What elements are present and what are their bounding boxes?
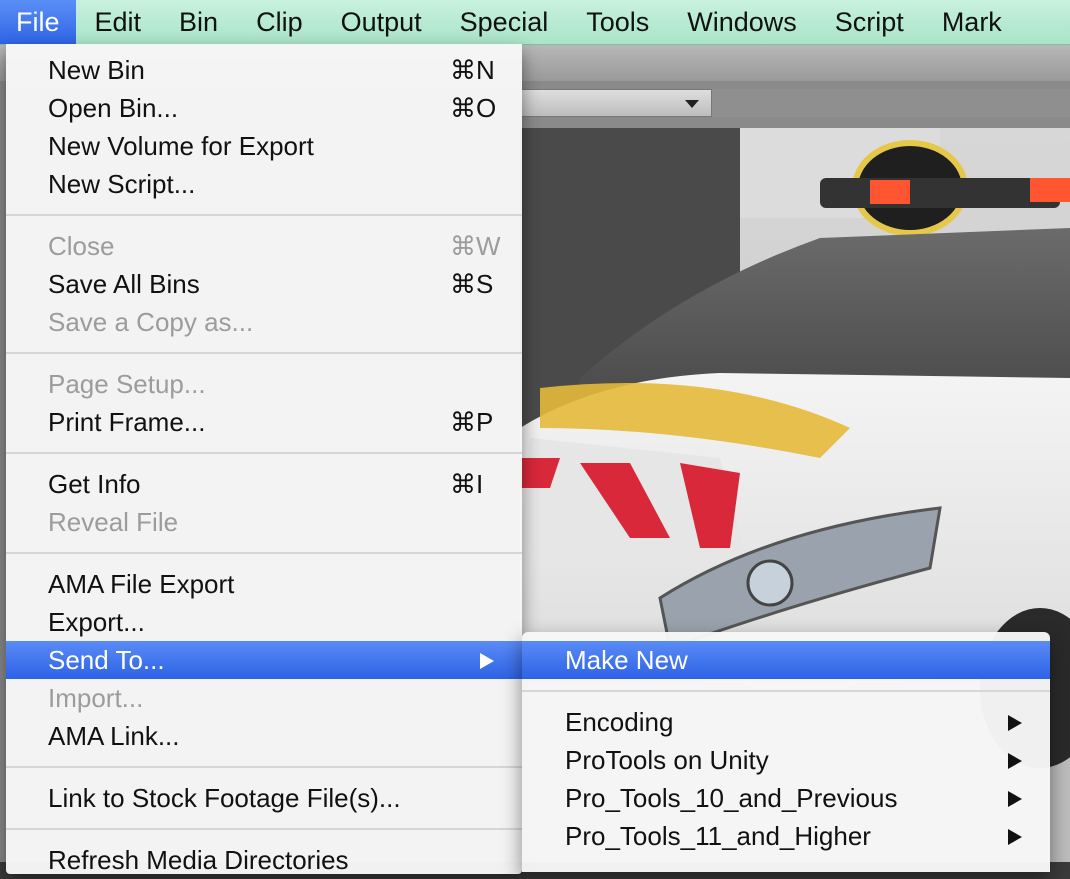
menu-item-new-script[interactable]: New Script... [6,165,522,203]
menu-item-new-volume-for-export[interactable]: New Volume for Export [6,127,522,165]
app-dropdown[interactable] [520,89,712,117]
menu-item-label: Make New [565,645,688,675]
submenu-arrow-icon [1008,829,1022,845]
menu-item-label: Save All Bins [48,269,200,299]
menu-clip[interactable]: Clip [237,0,322,44]
menu-separator [6,352,522,354]
menu-item-close: Close ⌘W [6,227,522,265]
menu-item-label: AMA File Export [48,569,235,599]
menu-item-save-a-copy-as: Save a Copy as... [6,303,522,341]
dropdown-arrow-icon [685,100,699,108]
menu-item-label: Pro_Tools_11_and_Higher [565,821,871,851]
menu-output[interactable]: Output [322,0,441,44]
menu-item-shortcut: ⌘P [450,407,494,437]
menu-item-label: ProTools on Unity [565,745,769,775]
submenu-item-pro-tools-11[interactable]: Pro_Tools_11_and_Higher [522,817,1050,855]
menu-item-get-info[interactable]: Get Info ⌘I [6,465,522,503]
menu-item-reveal-file: Reveal File [6,503,522,541]
menu-item-refresh-media-directories[interactable]: Refresh Media Directories [6,841,522,879]
menu-item-label: Open Bin... [48,93,179,123]
submenu-arrow-icon [1008,753,1022,769]
menu-item-label: Print Frame... [48,407,206,437]
menu-item-label: AMA Link... [48,721,180,751]
menu-item-new-bin[interactable]: New Bin ⌘N [6,51,522,89]
menu-edit[interactable]: Edit [76,0,161,44]
menu-item-label: Get Info [48,469,141,499]
menu-script[interactable]: Script [816,0,923,44]
menu-item-shortcut: ⌘S [450,269,494,299]
send-to-submenu: Make New Encoding ProTools on Unity Pro_… [522,632,1050,872]
menu-item-ama-link[interactable]: AMA Link... [6,717,522,755]
menu-windows[interactable]: Windows [668,0,816,44]
menu-separator [6,214,522,216]
menu-item-label: New Script... [48,169,196,199]
menu-item-label: New Volume for Export [48,131,314,161]
menu-item-label: Import... [48,683,144,713]
menu-item-label: Close [48,231,115,261]
menu-item-send-to[interactable]: Send To... [6,641,522,679]
menu-separator [6,452,522,454]
menu-item-export[interactable]: Export... [6,603,522,641]
submenu-item-pro-tools-10[interactable]: Pro_Tools_10_and_Previous [522,779,1050,817]
submenu-item-protools-on-unity[interactable]: ProTools on Unity [522,741,1050,779]
menu-bar: File Edit Bin Clip Output Special Tools … [0,0,1070,45]
menu-item-open-bin[interactable]: Open Bin... ⌘O [6,89,522,127]
menu-item-import: Import... [6,679,522,717]
menu-marker[interactable]: Mark [923,0,1021,44]
menu-item-label: Save a Copy as... [48,307,254,337]
menu-item-shortcut: ⌘N [450,55,495,85]
menu-separator [6,828,522,830]
menu-tools[interactable]: Tools [567,0,668,44]
menu-item-save-all-bins[interactable]: Save All Bins ⌘S [6,265,522,303]
menu-item-shortcut: ⌘W [450,231,501,261]
menu-item-label: Reveal File [48,507,179,537]
menu-separator [6,552,522,554]
menu-item-link-to-stock-footage[interactable]: Link to Stock Footage File(s)... [6,779,522,817]
app-toolbar-strip [712,89,1070,117]
submenu-item-encoding[interactable]: Encoding [522,703,1050,741]
submenu-arrow-icon [480,653,494,669]
menu-item-ama-file-export[interactable]: AMA File Export [6,565,522,603]
submenu-arrow-icon [1008,715,1022,731]
menu-item-print-frame[interactable]: Print Frame... ⌘P [6,403,522,441]
menu-special[interactable]: Special [441,0,568,44]
menu-item-label: Page Setup... [48,369,206,399]
menu-item-label: Encoding [565,707,674,737]
menu-bin[interactable]: Bin [160,0,237,44]
menu-item-shortcut: ⌘I [450,469,484,499]
menu-item-label: Send To... [48,645,165,675]
menu-separator [522,690,1050,692]
submenu-item-make-new[interactable]: Make New [522,641,1050,679]
submenu-arrow-icon [1008,791,1022,807]
menu-item-page-setup: Page Setup... [6,365,522,403]
menu-item-label: Export... [48,607,145,637]
menu-item-label: Link to Stock Footage File(s)... [48,783,401,813]
menu-item-label: Pro_Tools_10_and_Previous [565,783,898,813]
menu-file[interactable]: File [0,0,76,44]
menu-item-shortcut: ⌘O [450,93,497,123]
menu-separator [6,766,522,768]
menu-item-label: Refresh Media Directories [48,845,349,875]
file-menu-dropdown: New Bin ⌘N Open Bin... ⌘O New Volume for… [6,44,522,875]
menu-item-label: New Bin [48,55,145,85]
